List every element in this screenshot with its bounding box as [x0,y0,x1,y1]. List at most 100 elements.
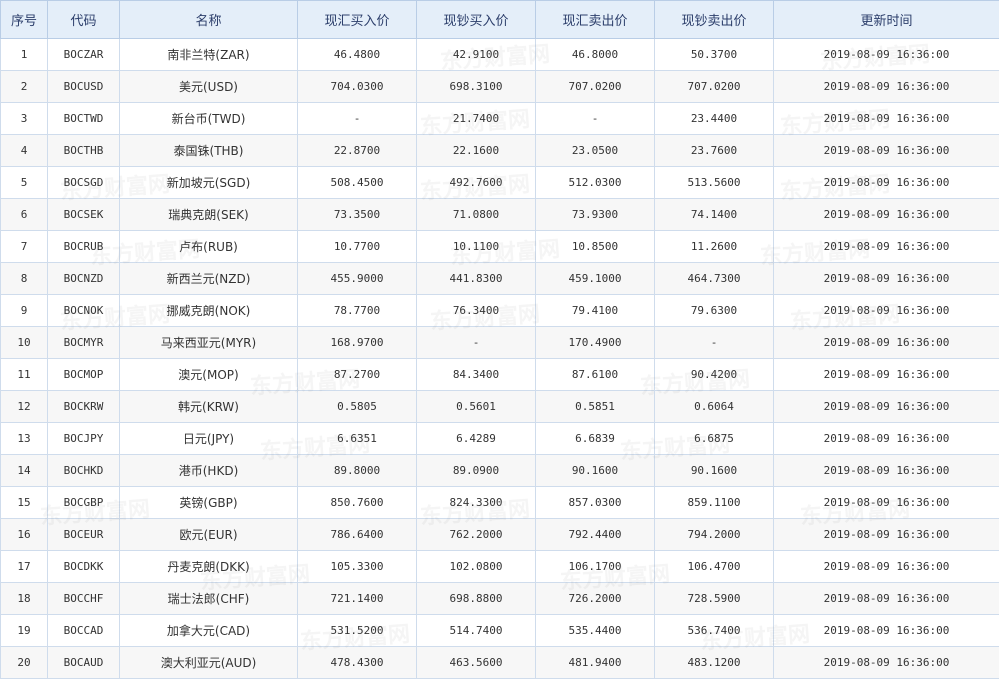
cell-name: 港币(HKD) [119,454,298,487]
cell-name: 新西兰元(NZD) [119,262,298,295]
cell-spot-buy: 22.8700 [297,134,417,167]
cell-name: 南非兰特(ZAR) [119,38,298,71]
table-row[interactable]: 13 BOCJPY 日元(JPY) 6.6351 6.4289 6.6839 6.6875 2… [0,422,999,455]
table-row[interactable]: 11 BOCMOP 澳元(MOP) 87.2700 84.3400 87.6100 90.4… [0,358,999,391]
table-row[interactable]: 15 BOCGBP 英镑(GBP) 850.7600 824.3300 857.0300 8… [0,486,999,519]
cell-code: BOCSEK [47,198,120,231]
cell-updated: 2019-08-09 16:36:00 [773,646,999,679]
cell-name: 澳元(MOP) [119,358,298,391]
header-updated[interactable]: 更新时间 [773,0,999,39]
cell-cash-buy: 71.0800 [416,198,536,231]
cell-index: 12 [0,390,48,423]
cell-index: 4 [0,134,48,167]
table-row[interactable]: 12 BOCKRW 韩元(KRW) 0.5805 0.5601 0.5851 0.6064 2… [0,390,999,423]
cell-spot-buy: 6.6351 [297,422,417,455]
cell-name: 丹麦克朗(DKK) [119,550,298,583]
cell-spot-sell: 170.4900 [535,326,655,359]
header-code[interactable]: 代码 [47,0,120,39]
table-row[interactable]: 19 BOCCAD 加拿大元(CAD) 531.5200 514.7400 535.440… [0,614,999,647]
table-row[interactable]: 5 BOCSGD 新加坡元(SGD) 508.4500 492.7600 512.0300… [0,166,999,199]
table-row[interactable]: 10 BOCMYR 马来西亚元(MYR) 168.9700-170.4900-2019… [0,326,999,359]
cell-updated: 2019-08-09 16:36:00 [773,614,999,647]
table-row[interactable]: 14 BOCHKD 港币(HKD) 89.8000 89.0900 90.1600 90.1… [0,454,999,487]
header-cash-buy[interactable]: 现钞买入价 [416,0,536,39]
cell-code: BOCDKK [47,550,120,583]
cell-updated: 2019-08-09 16:36:00 [773,230,999,263]
cell-cash-buy: 102.0800 [416,550,536,583]
cell-updated: 2019-08-09 16:36:00 [773,582,999,615]
cell-cash-sell: 11.2600 [654,230,774,263]
cell-cash-buy: 824.3300 [416,486,536,519]
cell-index: 8 [0,262,48,295]
cell-cash-buy: 492.7600 [416,166,536,199]
cell-cash-buy: 42.9100 [416,38,536,71]
table-row[interactable]: 2 BOCUSD 美元(USD) 704.0300 698.3100 707.0200 70… [0,70,999,103]
cell-spot-buy: 0.5805 [297,390,417,423]
cell-cash-sell: 79.6300 [654,294,774,327]
cell-updated: 2019-08-09 16:36:00 [773,550,999,583]
cell-cash-sell: 23.4400 [654,102,774,135]
header-cash-sell[interactable]: 现钞卖出价 [654,0,774,39]
table-row[interactable]: 7 BOCRUB 卢布(RUB) 10.7700 10.1100 10.8500 11.26… [0,230,999,263]
cell-cash-sell: 74.1400 [654,198,774,231]
table-row[interactable]: 8 BOCNZD 新西兰元(NZD) 455.9000 441.8300 459.1000… [0,262,999,295]
cell-updated: 2019-08-09 16:36:00 [773,102,999,135]
cell-updated: 2019-08-09 16:36:00 [773,166,999,199]
cell-updated: 2019-08-09 16:36:00 [773,70,999,103]
cell-updated: 2019-08-09 16:36:00 [773,326,999,359]
cell-code: BOCMYR [47,326,120,359]
cell-cash-buy: 76.3400 [416,294,536,327]
cell-index: 3 [0,102,48,135]
cell-spot-buy: 46.4800 [297,38,417,71]
cell-cash-sell: 6.6875 [654,422,774,455]
cell-spot-buy: 89.8000 [297,454,417,487]
header-spot-sell[interactable]: 现汇卖出价 [535,0,655,39]
cell-code: BOCUSD [47,70,120,103]
table-row[interactable]: 6 BOCSEK 瑞典克朗(SEK) 73.3500 71.0800 73.9300 74.… [0,198,999,231]
cell-updated: 2019-08-09 16:36:00 [773,134,999,167]
cell-code: BOCEUR [47,518,120,551]
table-row[interactable]: 18 BOCCHF 瑞士法郎(CHF) 721.1400 698.8800 726.200… [0,582,999,615]
cell-cash-buy: 10.1100 [416,230,536,263]
cell-cash-buy: 762.2000 [416,518,536,551]
cell-cash-sell: 513.5600 [654,166,774,199]
table-row[interactable]: 9 BOCNOK 挪威克朗(NOK) 78.7700 76.3400 79.4100 79.… [0,294,999,327]
cell-index: 2 [0,70,48,103]
cell-spot-sell: - [535,102,655,135]
cell-code: BOCCHF [47,582,120,615]
table-row[interactable]: 20 BOCAUD 澳大利亚元(AUD) 478.4300 463.5600 481.94… [0,646,999,679]
cell-index: 9 [0,294,48,327]
cell-index: 7 [0,230,48,263]
cell-cash-sell: 536.7400 [654,614,774,647]
cell-cash-sell: 106.4700 [654,550,774,583]
cell-updated: 2019-08-09 16:36:00 [773,422,999,455]
cell-name: 瑞士法郎(CHF) [119,582,298,615]
header-index[interactable]: 序号 [0,0,48,39]
cell-index: 17 [0,550,48,583]
cell-spot-sell: 90.1600 [535,454,655,487]
cell-spot-buy: 73.3500 [297,198,417,231]
table-row[interactable]: 3 BOCTWD 新台币(TWD) -21.7400-23.4400 2019-08-0… [0,102,999,135]
cell-name: 加拿大元(CAD) [119,614,298,647]
cell-cash-sell: 90.4200 [654,358,774,391]
exchange-rate-table: 序号 代码 名称 现汇买入价 现钞买入价 现汇卖出价 现钞卖出价 更新时间 1B… [0,0,999,679]
cell-index: 18 [0,582,48,615]
cell-spot-buy: 168.9700 [297,326,417,359]
cell-name: 瑞典克朗(SEK) [119,198,298,231]
table-row[interactable]: 17 BOCDKK 丹麦克朗(DKK) 105.3300 102.0800 106.170… [0,550,999,583]
header-name[interactable]: 名称 [119,0,298,39]
table-row[interactable]: 16 BOCEUR 欧元(EUR) 786.6400 762.2000 792.4400 7… [0,518,999,551]
table-row[interactable]: 4 BOCTHB 泰国铢(THB) 22.8700 22.1600 23.0500 23.7… [0,134,999,167]
cell-spot-buy: - [297,102,417,135]
cell-code: BOCRUB [47,230,120,263]
cell-spot-buy: 10.7700 [297,230,417,263]
cell-cash-sell: 483.1200 [654,646,774,679]
header-spot-buy[interactable]: 现汇买入价 [297,0,417,39]
cell-updated: 2019-08-09 16:36:00 [773,262,999,295]
cell-spot-buy: 455.9000 [297,262,417,295]
cell-spot-sell: 106.1700 [535,550,655,583]
cell-spot-sell: 0.5851 [535,390,655,423]
cell-name: 欧元(EUR) [119,518,298,551]
table-row[interactable]: 1 BOCZAR 南非兰特(ZAR) 46.4800 42.9100 46.8000 50.… [0,38,999,71]
cell-cash-sell: 859.1100 [654,486,774,519]
